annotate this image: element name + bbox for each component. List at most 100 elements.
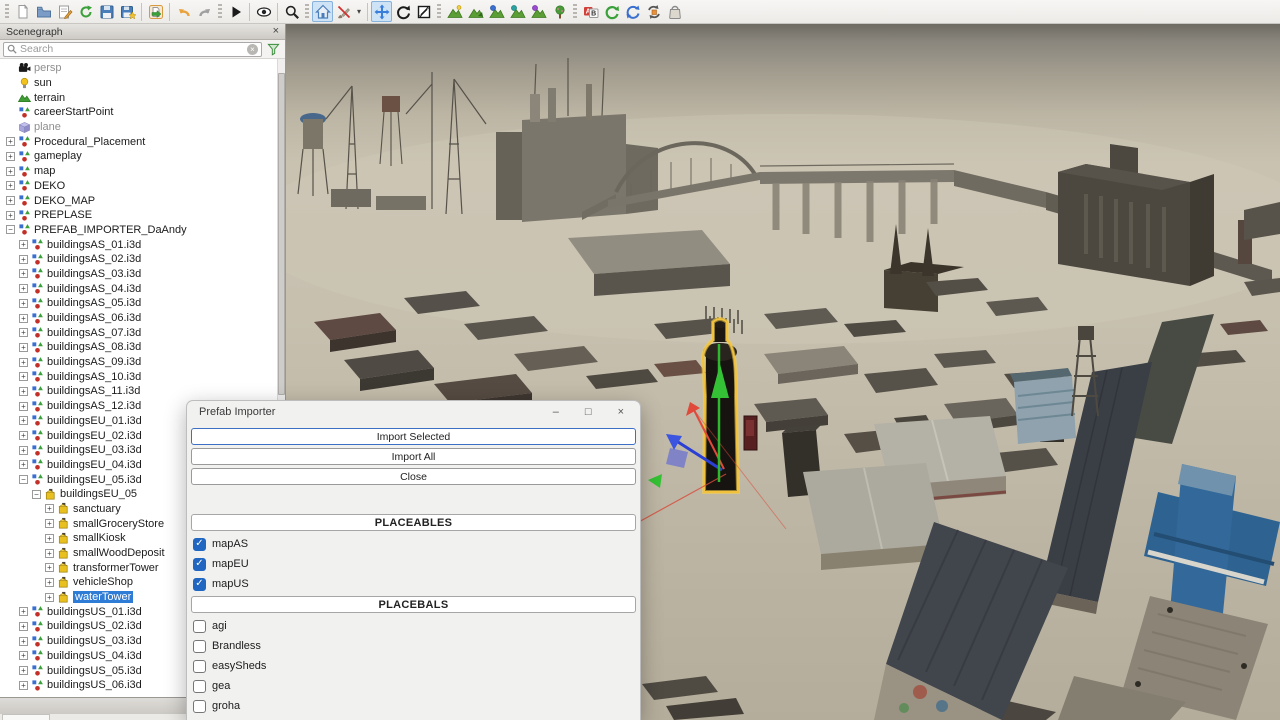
- checkbox-groha[interactable]: [193, 700, 206, 713]
- tree-scrollbar-thumb[interactable]: [278, 73, 285, 395]
- undo-icon[interactable]: [173, 1, 194, 22]
- collapse-icon[interactable]: −: [6, 225, 15, 234]
- checkbox-mapUS[interactable]: ✓: [193, 578, 206, 591]
- foliage-purple-icon[interactable]: [528, 1, 549, 22]
- open-folder-icon[interactable]: [33, 1, 54, 22]
- expand-icon[interactable]: +: [45, 593, 54, 602]
- checkbox-Brandless[interactable]: [193, 640, 206, 653]
- tree-item-plane[interactable]: plane: [0, 120, 277, 135]
- text-abc-icon[interactable]: AB: [580, 1, 601, 22]
- close-icon[interactable]: ×: [618, 407, 624, 418]
- import-icon[interactable]: [145, 1, 166, 22]
- terrain-paint-icon[interactable]: [465, 1, 486, 22]
- expand-icon[interactable]: +: [45, 519, 54, 528]
- clear-search-icon[interactable]: ×: [247, 44, 258, 55]
- checkbox-gea[interactable]: [193, 680, 206, 693]
- expand-icon[interactable]: +: [19, 299, 28, 308]
- tree-item-sun[interactable]: sun: [0, 76, 277, 91]
- expand-icon[interactable]: +: [45, 504, 54, 513]
- redo-icon[interactable]: [194, 1, 215, 22]
- replace-object-icon[interactable]: [643, 1, 664, 22]
- checkbox-agi[interactable]: [193, 620, 206, 633]
- expand-icon[interactable]: +: [45, 563, 54, 572]
- close-button[interactable]: Close: [191, 468, 636, 485]
- expand-icon[interactable]: +: [6, 137, 15, 146]
- tree-item-gameplay[interactable]: +gameplay: [0, 149, 277, 164]
- foliage-blue-icon[interactable]: [486, 1, 507, 22]
- play-icon[interactable]: [225, 1, 246, 22]
- minimize-icon[interactable]: –: [553, 407, 559, 418]
- tree-item-buildingsAS_08.i3d[interactable]: +buildingsAS_08.i3d: [0, 340, 277, 355]
- filter-funnel-icon[interactable]: [265, 42, 282, 57]
- visibility-icon[interactable]: [253, 1, 274, 22]
- expand-icon[interactable]: +: [19, 372, 28, 381]
- refresh-green-icon[interactable]: [601, 1, 622, 22]
- camera-home-icon[interactable]: [312, 1, 333, 22]
- reload-icon[interactable]: [75, 1, 96, 22]
- bag-icon[interactable]: [664, 1, 685, 22]
- collapse-icon[interactable]: −: [19, 475, 28, 484]
- expand-icon[interactable]: +: [19, 387, 28, 396]
- tree-item-buildingsAS_07.i3d[interactable]: +buildingsAS_07.i3d: [0, 325, 277, 340]
- expand-icon[interactable]: +: [6, 181, 15, 190]
- expand-icon[interactable]: +: [19, 666, 28, 675]
- expand-icon[interactable]: +: [6, 167, 15, 176]
- section-header-placeables[interactable]: PLACEABLES: [191, 514, 636, 531]
- save-as-icon[interactable]: [117, 1, 138, 22]
- lower-panel-tab[interactable]: [2, 714, 50, 720]
- expand-icon[interactable]: +: [19, 431, 28, 440]
- tree-item-buildingsAS_02.i3d[interactable]: +buildingsAS_02.i3d: [0, 252, 277, 267]
- checkbox-easySheds[interactable]: [193, 660, 206, 673]
- expand-icon[interactable]: +: [19, 416, 28, 425]
- maximize-icon[interactable]: □: [585, 407, 592, 418]
- foliage-teal-icon[interactable]: [507, 1, 528, 22]
- edit-script-icon[interactable]: [54, 1, 75, 22]
- dropdown-caret-icon[interactable]: ▾: [354, 7, 364, 16]
- dialog-titlebar[interactable]: Prefab Importer – □ ×: [187, 401, 640, 423]
- expand-icon[interactable]: +: [19, 460, 28, 469]
- expand-icon[interactable]: +: [6, 211, 15, 220]
- recycle-blue-icon[interactable]: [622, 1, 643, 22]
- expand-icon[interactable]: +: [45, 549, 54, 558]
- save-icon[interactable]: [96, 1, 117, 22]
- tree-item-buildingsAS_11.i3d[interactable]: +buildingsAS_11.i3d: [0, 384, 277, 399]
- terrain-sculpt-icon[interactable]: [444, 1, 465, 22]
- tree-tool-icon[interactable]: [549, 1, 570, 22]
- expand-icon[interactable]: +: [45, 578, 54, 587]
- expand-icon[interactable]: +: [19, 607, 28, 616]
- tree-item-DEKO_MAP[interactable]: +DEKO_MAP: [0, 193, 277, 208]
- tree-item-buildingsAS_04.i3d[interactable]: +buildingsAS_04.i3d: [0, 281, 277, 296]
- tree-item-buildingsAS_06.i3d[interactable]: +buildingsAS_06.i3d: [0, 311, 277, 326]
- expand-icon[interactable]: +: [19, 446, 28, 455]
- expand-icon[interactable]: +: [6, 152, 15, 161]
- import-selected-button[interactable]: Import Selected: [191, 428, 636, 445]
- section-header-placebals[interactable]: PLACEBALS: [191, 596, 636, 613]
- tree-item-buildingsAS_03.i3d[interactable]: +buildingsAS_03.i3d: [0, 267, 277, 282]
- search-input[interactable]: [20, 43, 244, 55]
- tree-item-DEKO[interactable]: +DEKO: [0, 179, 277, 194]
- tree-item-map[interactable]: +map: [0, 164, 277, 179]
- collapse-icon[interactable]: −: [32, 490, 41, 499]
- expand-icon[interactable]: +: [19, 255, 28, 264]
- expand-icon[interactable]: +: [19, 358, 28, 367]
- checkbox-mapAS[interactable]: ✓: [193, 538, 206, 551]
- tree-item-careerStartPoint[interactable]: careerStartPoint: [0, 105, 277, 120]
- tree-item-PREPLASE[interactable]: +PREPLASE: [0, 208, 277, 223]
- expand-icon[interactable]: +: [19, 314, 28, 323]
- expand-icon[interactable]: +: [19, 343, 28, 352]
- expand-icon[interactable]: +: [19, 402, 28, 411]
- expand-icon[interactable]: +: [19, 284, 28, 293]
- expand-icon[interactable]: +: [45, 534, 54, 543]
- import-all-button[interactable]: Import All: [191, 448, 636, 465]
- expand-icon[interactable]: +: [19, 681, 28, 690]
- tree-item-buildingsAS_01.i3d[interactable]: +buildingsAS_01.i3d: [0, 237, 277, 252]
- find-icon[interactable]: [281, 1, 302, 22]
- rotate-tool-icon[interactable]: [392, 1, 413, 22]
- move-tool-icon[interactable]: [371, 1, 392, 22]
- expand-icon[interactable]: +: [19, 651, 28, 660]
- expand-icon[interactable]: +: [6, 196, 15, 205]
- tree-item-persp[interactable]: persp: [0, 61, 277, 76]
- tree-item-PREFAB_IMPORTER_DaAndy[interactable]: −PREFAB_IMPORTER_DaAndy: [0, 223, 277, 238]
- scale-tool-icon[interactable]: [413, 1, 434, 22]
- close-panel-icon[interactable]: ×: [273, 26, 279, 37]
